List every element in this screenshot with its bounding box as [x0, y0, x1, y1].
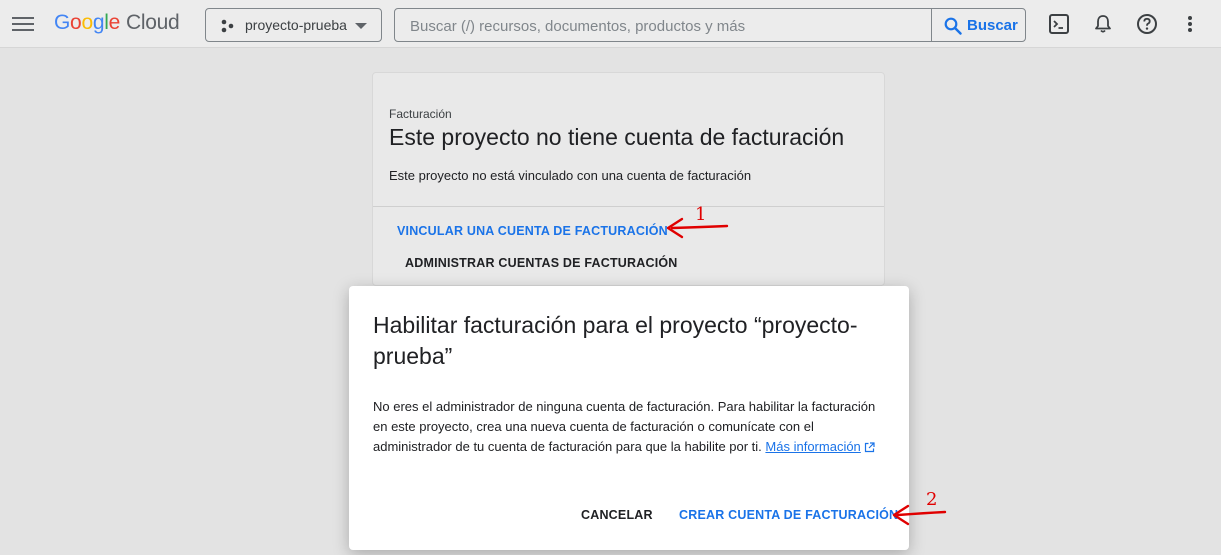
cancel-button[interactable]: CANCELAR: [581, 508, 653, 522]
project-picker[interactable]: proyecto-prueba: [205, 8, 382, 42]
caret-down-icon: [355, 23, 367, 29]
more-info-link[interactable]: Más información: [765, 439, 860, 454]
create-billing-account-button[interactable]: CREAR CUENTA DE FACTURACIÓN: [679, 508, 898, 522]
search-button[interactable]: Buscar: [931, 9, 1026, 41]
dialog-title: Habilitar facturación para el proyecto “…: [373, 312, 858, 369]
logo-letter: G: [54, 11, 71, 34]
search-button-label: Buscar: [967, 17, 1018, 34]
help-icon[interactable]: [1136, 13, 1158, 35]
annotation-arrow-2: [892, 504, 947, 526]
card-overline: Facturación: [389, 107, 452, 121]
link-billing-account-button[interactable]: VINCULAR UNA CUENTA DE FACTURACIÓN: [397, 224, 668, 238]
card-divider: [373, 206, 884, 207]
google-cloud-logo[interactable]: Google Cloud: [54, 11, 180, 35]
external-link-icon: [864, 442, 875, 453]
top-bar: Google Cloud proyecto-prueba Buscar: [0, 0, 1221, 48]
logo-cloud-text: Cloud: [125, 11, 180, 34]
logo-letter: o: [81, 11, 93, 34]
project-dots-icon: [221, 19, 234, 33]
project-name: proyecto-prueba: [245, 17, 347, 33]
search-icon: [944, 17, 962, 35]
logo-letter: g: [92, 11, 105, 34]
logo-letter: o: [70, 11, 82, 34]
bell-icon[interactable]: [1092, 13, 1114, 35]
annotation-arrow-1: [666, 217, 729, 239]
logo-letter: e: [108, 11, 121, 34]
menu-icon[interactable]: [12, 14, 34, 34]
billing-card: Facturación Este proyecto no tiene cuent…: [372, 72, 885, 286]
search-bar: Buscar: [394, 8, 1026, 42]
enable-billing-dialog: Habilitar facturación para el proyecto “…: [349, 286, 909, 550]
manage-billing-accounts-button[interactable]: ADMINISTRAR CUENTAS DE FACTURACIÓN: [405, 256, 678, 270]
card-description: Este proyecto no está vinculado con una …: [389, 168, 752, 183]
card-title: Este proyecto no tiene cuenta de factura…: [389, 124, 845, 150]
dialog-body: No eres el administrador de ninguna cuen…: [373, 397, 885, 457]
more-vert-icon[interactable]: [1180, 13, 1200, 35]
search-input[interactable]: [396, 10, 944, 42]
terminal-icon[interactable]: [1048, 13, 1070, 35]
